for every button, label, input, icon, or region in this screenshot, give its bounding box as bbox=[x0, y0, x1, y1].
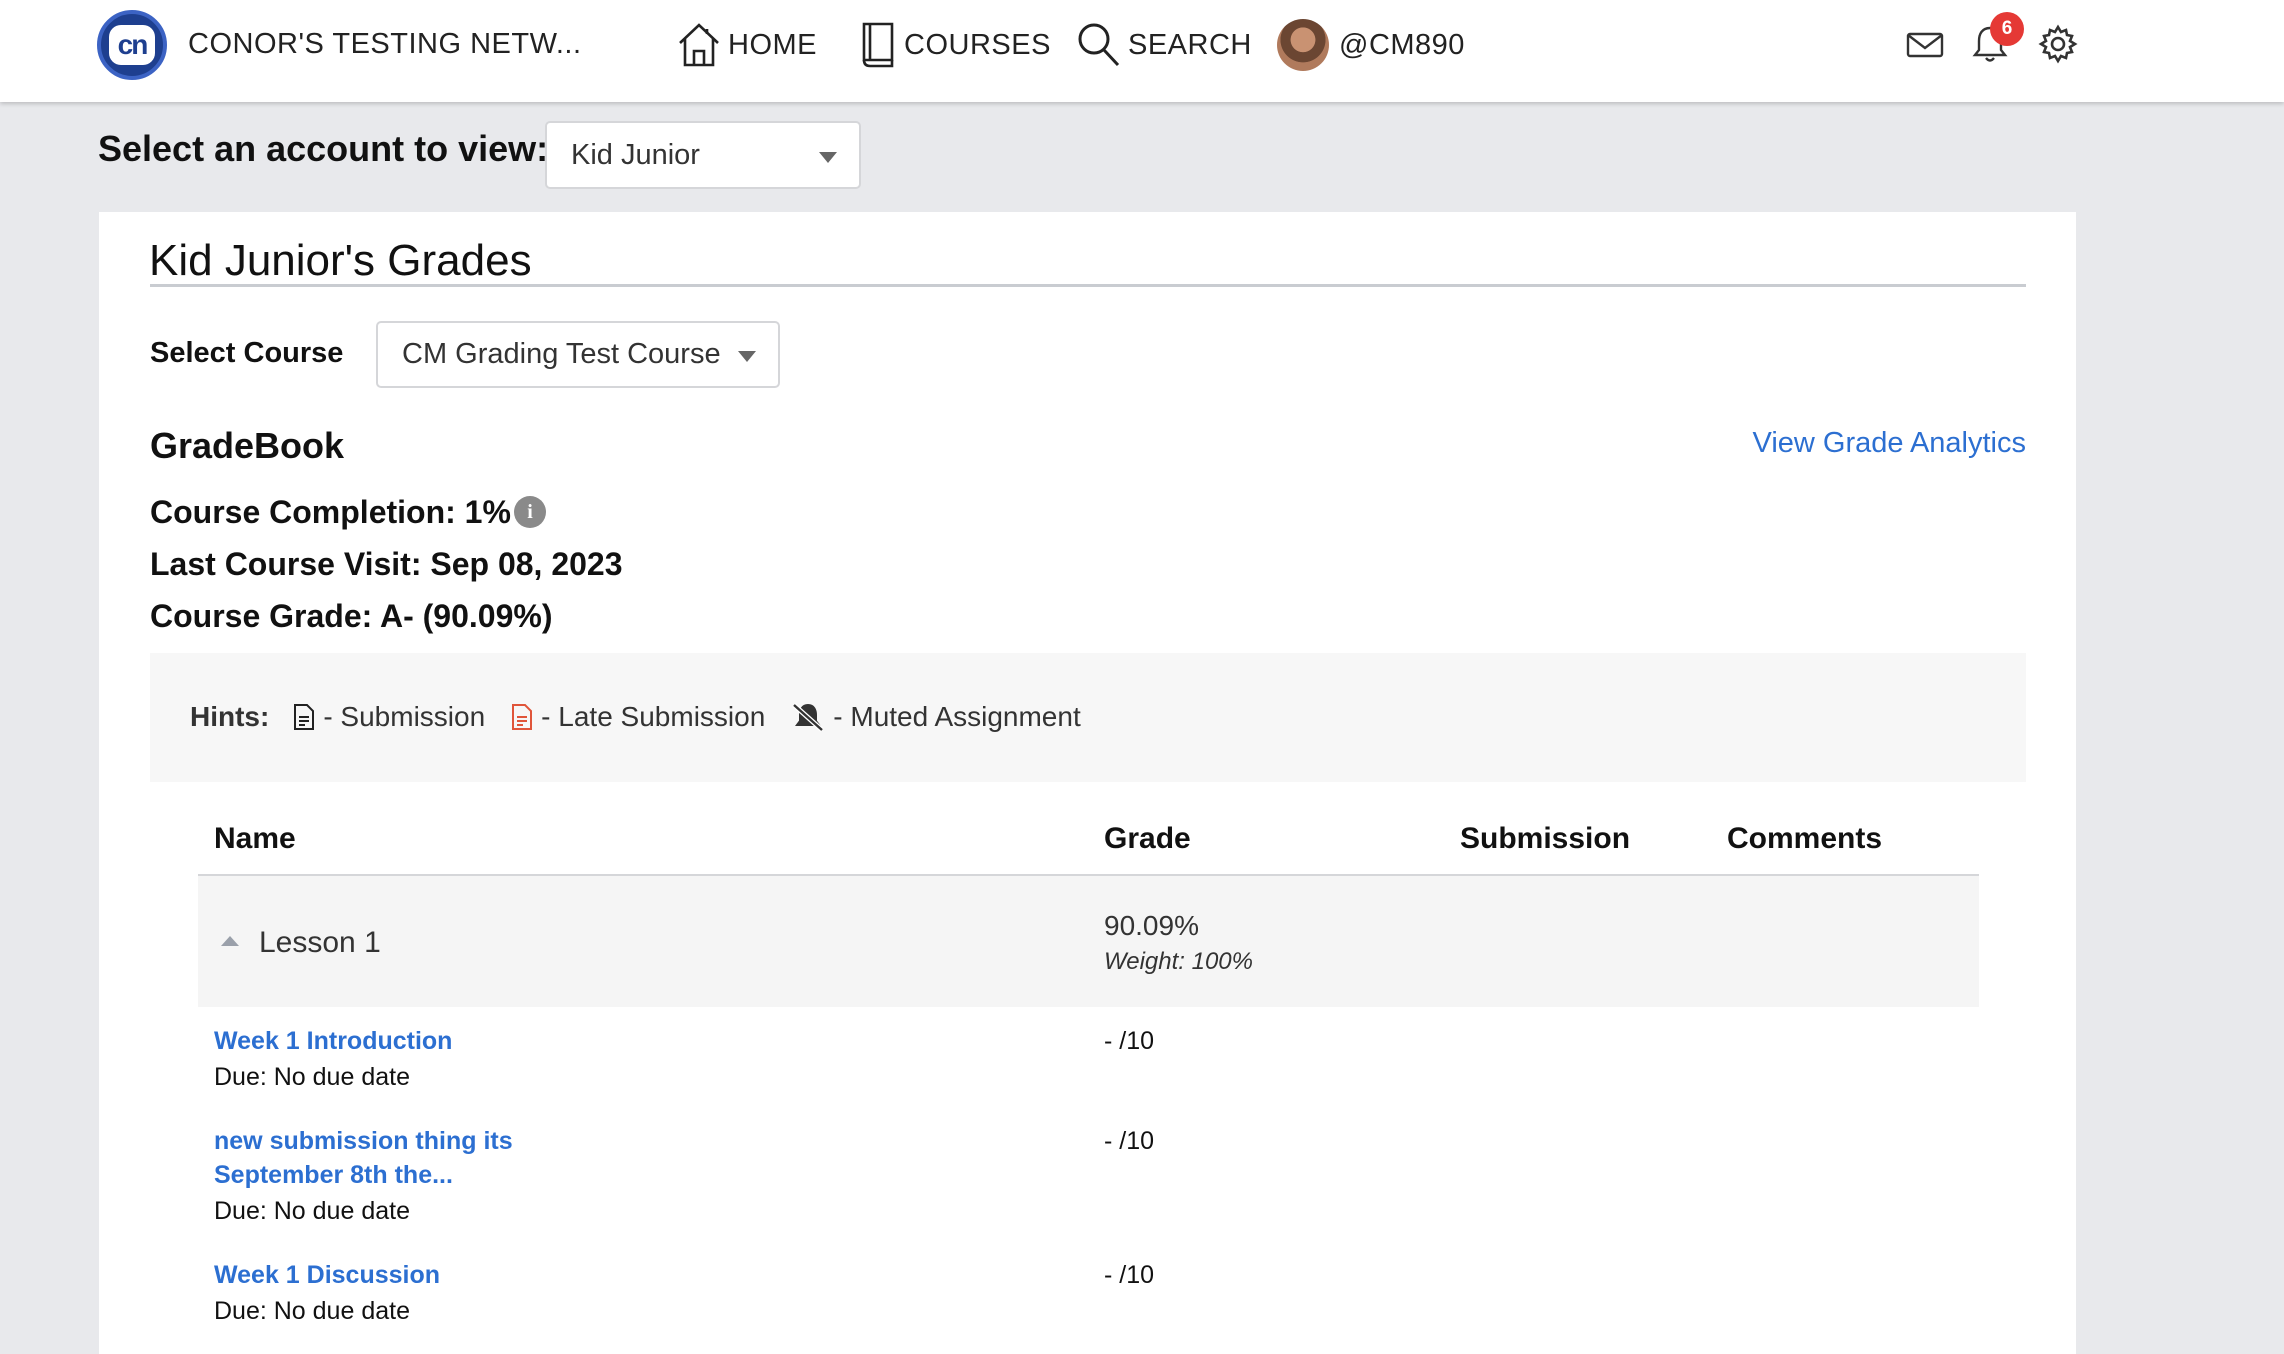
column-header-name[interactable]: Name bbox=[214, 822, 296, 856]
profile-handle: @CM890 bbox=[1339, 28, 1465, 61]
hint-muted-label: - Muted Assignment bbox=[833, 701, 1081, 732]
network-logo[interactable]: cn bbox=[97, 10, 167, 80]
account-select[interactable]: Kid Junior bbox=[545, 121, 861, 189]
hint-late-submission: - Late Submission bbox=[511, 701, 765, 733]
assignment-link-line: September 8th the... bbox=[214, 1161, 453, 1189]
column-header-submission[interactable]: Submission bbox=[1460, 822, 1630, 856]
nav-search-label: SEARCH bbox=[1128, 28, 1252, 61]
top-navigation-bar: cn CONOR'S TESTING NETW... HOME COURSES … bbox=[0, 0, 2284, 102]
gradebook-heading: GradeBook bbox=[150, 425, 345, 466]
nav-courses-label: COURSES bbox=[904, 28, 1051, 61]
muted-bell-icon bbox=[792, 703, 824, 732]
lesson-group-grade: 90.09% bbox=[1104, 910, 1199, 941]
account-select-value: Kid Junior bbox=[571, 138, 700, 171]
last-course-visit: Last Course Visit: Sep 08, 2023 bbox=[150, 546, 623, 582]
assignment-link-line: new submission thing its bbox=[214, 1127, 513, 1155]
assignment-due: Due: No due date bbox=[214, 1297, 410, 1325]
late-document-icon bbox=[512, 704, 533, 730]
assignment-grade: - /10 bbox=[1104, 1027, 1155, 1055]
home-icon bbox=[679, 23, 719, 67]
hints-panel: Hints: - Submission - Late Submission - … bbox=[150, 653, 2026, 782]
chevron-down-icon bbox=[738, 351, 756, 362]
hint-submission-label: - Submission bbox=[323, 701, 486, 732]
chevron-up-icon[interactable] bbox=[221, 936, 239, 946]
info-icon[interactable]: i bbox=[514, 496, 546, 528]
avatar bbox=[1277, 19, 1329, 71]
lesson-group-weight: Weight: 100% bbox=[1104, 948, 1253, 975]
nav-home-label: HOME bbox=[728, 28, 817, 61]
network-name[interactable]: CONOR'S TESTING NETW... bbox=[188, 28, 582, 61]
lesson-group-name: Lesson 1 bbox=[259, 926, 381, 959]
assignment-link[interactable]: Week 1 Discussion bbox=[214, 1258, 440, 1292]
account-select-label: Select an account to view: bbox=[98, 128, 549, 169]
course-select[interactable]: CM Grading Test Course bbox=[376, 321, 780, 388]
column-header-grade[interactable]: Grade bbox=[1104, 822, 1191, 856]
view-grade-analytics-link[interactable]: View Grade Analytics bbox=[1753, 427, 2027, 460]
nav-home[interactable]: HOME bbox=[676, 12, 817, 78]
assignment-grade: - /10 bbox=[1104, 1127, 1155, 1155]
column-header-comments[interactable]: Comments bbox=[1727, 822, 1882, 856]
course-grade: Course Grade: A- (90.09%) bbox=[150, 598, 553, 634]
book-icon bbox=[862, 22, 894, 68]
nav-search[interactable]: SEARCH bbox=[1076, 12, 1252, 78]
course-completion: Course Completion: 1% bbox=[150, 494, 511, 530]
gear-icon[interactable] bbox=[2038, 24, 2078, 64]
mail-icon[interactable] bbox=[1906, 30, 1944, 60]
hint-muted-assignment: - Muted Assignment bbox=[791, 701, 1081, 733]
page-title: Kid Junior's Grades bbox=[149, 236, 532, 285]
hint-late-submission-label: - Late Submission bbox=[541, 701, 766, 732]
nav-profile[interactable]: @CM890 bbox=[1277, 12, 1465, 78]
assignment-link[interactable]: new submission thing its September 8th t… bbox=[214, 1124, 513, 1192]
document-icon bbox=[294, 704, 315, 730]
assignment-due: Due: No due date bbox=[214, 1063, 410, 1091]
logo-text: cn bbox=[109, 25, 155, 65]
lesson-group-row[interactable] bbox=[198, 876, 1979, 1007]
title-divider bbox=[150, 284, 2026, 287]
hint-submission: - Submission bbox=[293, 701, 485, 733]
assignment-due: Due: No due date bbox=[214, 1197, 410, 1225]
course-select-label: Select Course bbox=[150, 337, 344, 369]
chevron-down-icon bbox=[819, 152, 837, 163]
assignment-grade: - /10 bbox=[1104, 1261, 1155, 1289]
nav-courses[interactable]: COURSES bbox=[858, 12, 1051, 78]
hints-label: Hints: bbox=[190, 701, 270, 732]
notification-badge: 6 bbox=[1990, 12, 2024, 46]
course-select-value: CM Grading Test Course bbox=[402, 338, 721, 370]
assignment-link[interactable]: Week 1 Introduction bbox=[214, 1024, 452, 1058]
search-icon bbox=[1078, 23, 1120, 67]
